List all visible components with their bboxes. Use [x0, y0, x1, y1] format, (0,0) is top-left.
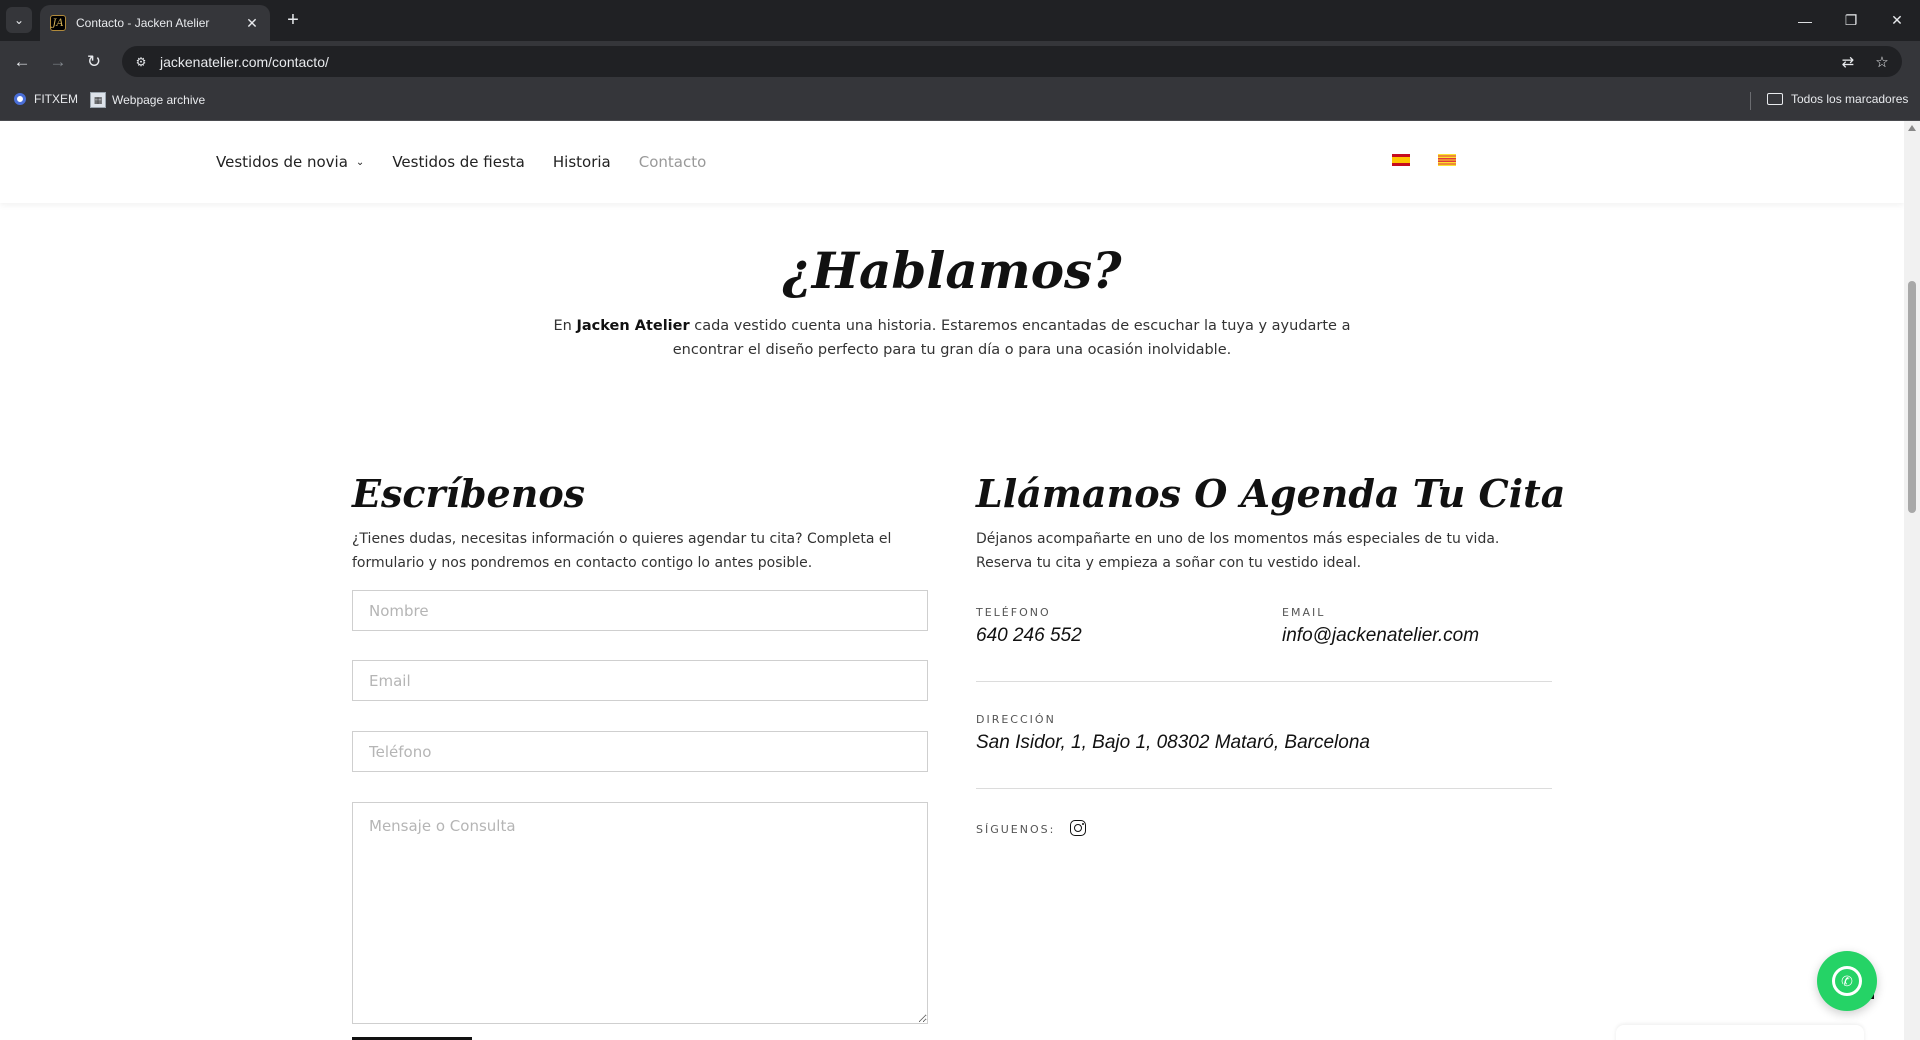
- phone-input[interactable]: [352, 731, 928, 772]
- intro-text: En: [553, 318, 577, 334]
- page-title: ¿Hablamos?: [782, 241, 1122, 300]
- tab-search-icon[interactable]: ⌄: [6, 7, 32, 33]
- reload-icon[interactable]: ↻: [80, 48, 108, 76]
- bookmarks-bar: FITXEM ▦ Webpage archive Todos los marca…: [0, 81, 1920, 121]
- archive-icon: ▦: [90, 92, 106, 108]
- chevron-down-icon: ⌄: [355, 156, 365, 168]
- whatsapp-button[interactable]: ✆: [1817, 951, 1877, 1011]
- phone-link[interactable]: 640 246 552: [976, 625, 1082, 647]
- menu-item-historia[interactable]: Historia: [553, 153, 611, 171]
- bookmark-star-icon[interactable]: ☆: [1868, 48, 1896, 76]
- all-bookmarks-button[interactable]: Todos los marcadores: [1767, 92, 1908, 106]
- window-controls: — ❐ ✕: [1782, 0, 1920, 41]
- scroll-up-icon[interactable]: [1908, 125, 1916, 131]
- menu-label: Vestidos de fiesta: [392, 153, 525, 171]
- bookmark-label: FITXEM: [34, 92, 78, 106]
- contact-description: Déjanos acompañarte en uno de los moment…: [976, 531, 1500, 571]
- minimize-icon[interactable]: —: [1782, 0, 1828, 41]
- bookmark-webpage-archive[interactable]: ▦ Webpage archive: [90, 92, 205, 108]
- browser-tab-active[interactable]: JA Contacto - Jacken Atelier ✕: [40, 5, 270, 41]
- address-label: DIRECCIÓN: [976, 713, 1056, 726]
- all-bookmarks-label: Todos los marcadores: [1791, 92, 1909, 106]
- restore-icon[interactable]: ❐: [1828, 0, 1874, 41]
- back-icon[interactable]: ←: [8, 48, 36, 76]
- menu-item-vestidos-de-novia[interactable]: Vestidos de novia ⌄: [216, 153, 364, 171]
- url-text[interactable]: jackenatelier.com/contacto/: [160, 54, 1834, 70]
- language-es-flag-icon[interactable]: [1392, 154, 1410, 166]
- menu-label: Vestidos de novia: [216, 153, 348, 171]
- address-bar[interactable]: ⚙ jackenatelier.com/contacto/ ⇄ ☆: [122, 46, 1902, 77]
- form-description: ¿Tienes dudas, necesitas información o q…: [352, 531, 892, 571]
- whatsapp-icon: ✆: [1832, 966, 1862, 996]
- brand-name: Jacken Atelier: [576, 318, 690, 334]
- email-input[interactable]: [352, 660, 928, 701]
- bookmark-label: Webpage archive: [112, 93, 206, 107]
- language-ca-flag-icon[interactable]: [1438, 154, 1456, 166]
- form-title: Escríbenos: [352, 471, 586, 516]
- address-value: San Isidor, 1, Bajo 1, 08302 Mataró, Bar…: [976, 732, 1370, 753]
- site-favicon-icon: JA: [50, 15, 66, 31]
- name-input[interactable]: [352, 590, 928, 631]
- new-tab-icon[interactable]: +: [282, 9, 304, 31]
- message-textarea[interactable]: [352, 802, 928, 1024]
- tab-close-icon[interactable]: ✕: [244, 15, 260, 32]
- main-menu: Vestidos de novia ⌄ Vestidos de fiesta H…: [216, 153, 706, 171]
- menu-label: Historia: [552, 153, 611, 171]
- fitxem-icon: [14, 93, 26, 105]
- menu-label: Contacto: [638, 153, 707, 171]
- menu-item-contacto[interactable]: Contacto: [639, 153, 707, 171]
- tab-title: Contacto - Jacken Atelier: [76, 16, 210, 30]
- site-header: Vestidos de novia ⌄ Vestidos de fiesta H…: [0, 121, 1904, 203]
- forward-icon[interactable]: →: [44, 48, 72, 76]
- browser-toolbar: ← → ↻ ⚙ jackenatelier.com/contacto/ ⇄ ☆: [0, 41, 1920, 81]
- bookmarks-separator: [1750, 92, 1751, 110]
- hero-intro: En Jacken Atelier cada vestido cuenta un…: [540, 314, 1364, 362]
- intro-text: cada vestido cuenta una historia. Estare…: [672, 318, 1351, 358]
- email-label: EMAIL: [1282, 606, 1326, 619]
- folder-icon: [1767, 93, 1783, 105]
- divider: [976, 681, 1552, 682]
- chat-widget-panel[interactable]: [1616, 1025, 1864, 1040]
- page-viewport: Vestidos de novia ⌄ Vestidos de fiesta H…: [0, 121, 1904, 1040]
- divider: [976, 788, 1552, 789]
- follow-label: SÍGUENOS:: [976, 823, 1056, 836]
- site-info-icon[interactable]: ⚙: [126, 47, 156, 77]
- menu-item-vestidos-de-fiesta[interactable]: Vestidos de fiesta: [392, 153, 525, 171]
- window-close-icon[interactable]: ✕: [1874, 0, 1920, 41]
- bookmark-fitxem[interactable]: FITXEM: [14, 92, 78, 106]
- contact-title: Llámanos O Agenda Tu Cita: [976, 471, 1566, 516]
- scroll-thumb[interactable]: [1908, 281, 1916, 513]
- page-scrollbar[interactable]: [1904, 121, 1920, 1040]
- browser-tabbar: ⌄ JA Contacto - Jacken Atelier ✕ + — ❐ ✕: [0, 0, 1920, 41]
- email-link[interactable]: info@jackenatelier.com: [1282, 625, 1479, 647]
- translate-icon[interactable]: ⇄: [1834, 48, 1862, 76]
- instagram-icon[interactable]: [1070, 820, 1086, 836]
- phone-label: TELÉFONO: [976, 606, 1051, 619]
